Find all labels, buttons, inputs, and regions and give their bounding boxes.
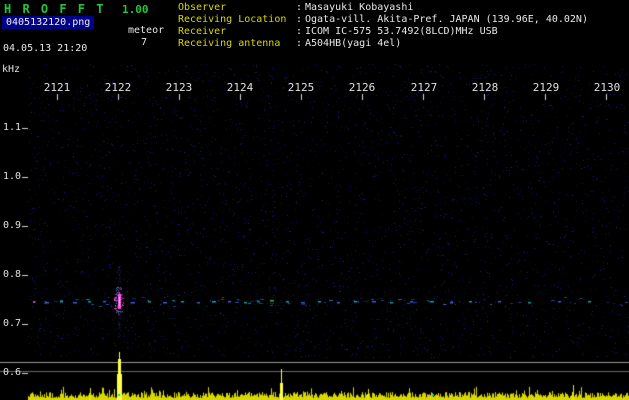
x-axis-label: 2129 [532, 81, 560, 94]
meteor-count: 7 [141, 37, 148, 48]
info-label: Receiver [178, 26, 227, 37]
info-colon: : [296, 14, 303, 25]
y-axis-label: 1.1 [3, 122, 22, 133]
app-title: H R O F F T [4, 2, 106, 16]
info-value: A504HB(yagi 4el) [305, 38, 402, 49]
info-colon: : [296, 38, 303, 49]
y-axis-label: 0.9 [3, 220, 22, 231]
y-axis-unit: kHz [2, 64, 21, 75]
info-colon: : [296, 2, 303, 13]
info-row-antenna: Receiving antenna: A504HB(yagi 4el) [178, 38, 588, 50]
info-row-location: Receiving Location: Ogata-vill. Akita-Pre… [178, 14, 588, 26]
y-axis-label: 0.7 [3, 318, 22, 329]
x-axis-label: 2130 [593, 81, 621, 94]
info-value: Masayuki Kobayashi [305, 2, 414, 13]
hrofft-window: H R O F F T 1.00 0405132120.png meteor 7… [0, 0, 629, 400]
app-version: 1.00 [122, 3, 149, 16]
x-axis-label: 2127 [410, 81, 438, 94]
x-axis-label: 2123 [165, 81, 193, 94]
info-label: Receiving Location [178, 14, 287, 25]
x-axis-label: 2122 [104, 81, 132, 94]
datetime-label: 04.05.13 21:20 [3, 43, 88, 54]
x-axis-label: 2126 [348, 81, 376, 94]
y-axis-label: 0.6 [3, 367, 22, 378]
info-row-receiver: Receiver: ICOM IC-575 53.7492(8LCD)MHz US… [178, 26, 588, 38]
x-axis-label: 2124 [226, 81, 254, 94]
spectrogram-plot [0, 0, 629, 400]
info-label: Observer [178, 2, 227, 13]
info-colon: : [296, 26, 303, 37]
filename-badge: 0405132120.png [2, 16, 95, 29]
mode-label: meteor [128, 25, 165, 36]
info-value: Ogata-vill. Akita-Pref. JAPAN (139.96E, … [305, 14, 588, 25]
info-label: Receiving antenna [178, 38, 281, 49]
station-info: Observer: Masayuki Kobayashi Receiving Lo… [178, 2, 588, 50]
info-value: ICOM IC-575 53.7492(8LCD)MHz USB [305, 26, 498, 37]
y-axis-label: 1.0 [3, 171, 22, 182]
x-axis-label: 2121 [43, 81, 71, 94]
y-axis-label: 0.8 [3, 269, 22, 280]
x-axis-label: 2125 [287, 81, 315, 94]
info-row-observer: Observer: Masayuki Kobayashi [178, 2, 588, 14]
x-axis-label: 2128 [471, 81, 499, 94]
